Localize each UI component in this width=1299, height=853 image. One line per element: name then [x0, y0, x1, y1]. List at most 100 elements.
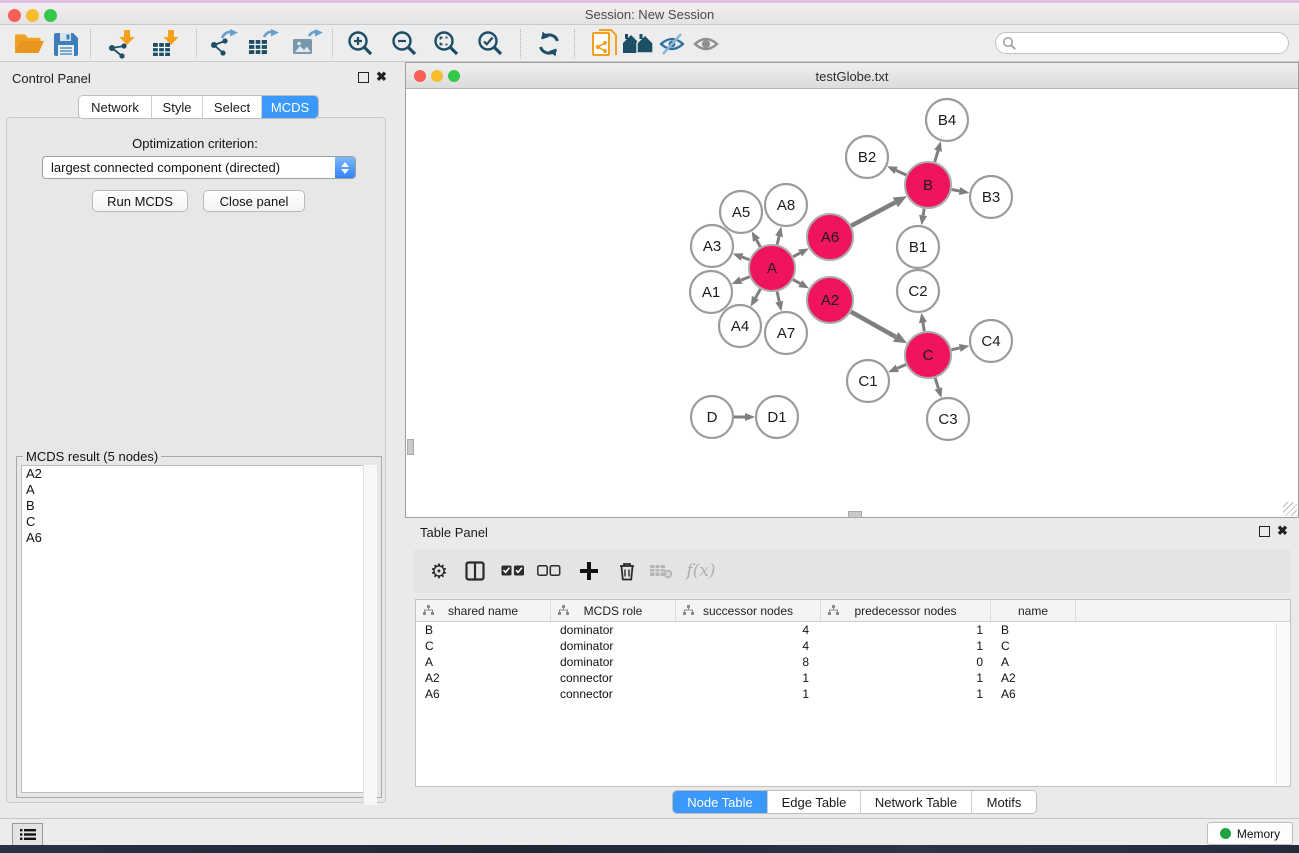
- graph-edge[interactable]: [756, 240, 760, 247]
- tree-column-icon: [828, 605, 839, 619]
- graph-edge[interactable]: [755, 289, 760, 298]
- graph-edge[interactable]: [935, 378, 938, 389]
- import-table-icon[interactable]: [148, 29, 182, 59]
- float-table-panel-icon[interactable]: [1259, 526, 1270, 539]
- settings-icon[interactable]: ⚙: [423, 556, 455, 586]
- graph-edge[interactable]: [793, 280, 800, 284]
- delete-table-icon[interactable]: [645, 556, 677, 586]
- mcds-result-group: MCDS result (5 nodes) A2ABCA6: [16, 456, 382, 798]
- list-item[interactable]: A6: [22, 530, 376, 546]
- search-field[interactable]: [995, 32, 1289, 54]
- node-table: shared name MCDS role successor nodes pr…: [415, 599, 1291, 787]
- graph-edge[interactable]: [896, 170, 906, 175]
- close-panel-icon[interactable]: ✖: [376, 71, 387, 83]
- list-item[interactable]: A2: [22, 466, 376, 482]
- tab-edge-table[interactable]: Edge Table: [768, 791, 861, 813]
- table-cell: connector: [551, 687, 676, 701]
- float-panel-icon[interactable]: [358, 72, 369, 85]
- graph-edge[interactable]: [741, 277, 750, 280]
- home-view-icon[interactable]: [622, 29, 656, 59]
- delete-columns-icon[interactable]: [611, 556, 643, 586]
- memory-button[interactable]: Memory: [1207, 822, 1293, 845]
- graph-edge[interactable]: [952, 189, 960, 191]
- list-item[interactable]: C: [22, 514, 376, 530]
- function-builder-icon[interactable]: f(x): [685, 556, 717, 586]
- criterion-select[interactable]: largest connected component (directed): [42, 156, 356, 179]
- zoom-fit-icon[interactable]: [430, 29, 464, 59]
- save-session-icon[interactable]: [48, 29, 82, 59]
- table-row[interactable]: Cdominator41C: [416, 638, 1290, 654]
- refresh-icon[interactable]: [532, 29, 566, 59]
- criterion-selected-value: largest connected component (directed): [43, 160, 335, 175]
- graph-edge[interactable]: [923, 209, 924, 216]
- select-all-columns-icon[interactable]: [497, 556, 529, 586]
- network-graph[interactable]: B4B2BB3B1C2A5A8A3A6AA1A2A4A7CC4C1C3DD1: [407, 89, 1298, 517]
- zoom-selected-icon[interactable]: [474, 29, 508, 59]
- scrollbar-thumb-horizontal[interactable]: [848, 511, 862, 518]
- log-console-button[interactable]: [12, 823, 43, 846]
- column-header-predecessor-nodes[interactable]: predecessor nodes: [821, 600, 991, 621]
- column-header-shared-name[interactable]: shared name: [416, 600, 551, 621]
- graph-node-label: D: [707, 409, 718, 426]
- mcds-result-title: MCDS result (5 nodes): [23, 449, 161, 464]
- memory-status-icon: [1220, 828, 1231, 839]
- toolbar-divider: [520, 29, 521, 58]
- column-header-name[interactable]: name: [991, 600, 1076, 621]
- table-row[interactable]: A6connector11A6: [416, 686, 1290, 702]
- tab-style[interactable]: Style: [152, 96, 203, 118]
- graph-edge[interactable]: [777, 236, 779, 244]
- graph-edge[interactable]: [851, 202, 895, 225]
- new-network-from-file-icon[interactable]: [588, 29, 622, 59]
- column-header-successor-nodes[interactable]: successor nodes: [676, 600, 821, 621]
- tab-select[interactable]: Select: [203, 96, 262, 118]
- window-titlebar: Session: New Session: [0, 0, 1299, 25]
- control-panel-title: Control Panel: [12, 71, 91, 86]
- show-columns-icon[interactable]: [459, 556, 491, 586]
- show-details-icon[interactable]: [690, 29, 724, 59]
- graph-edge[interactable]: [935, 151, 938, 162]
- close-panel-button[interactable]: Close panel: [203, 190, 305, 212]
- graph-edge[interactable]: [897, 365, 906, 369]
- list-item[interactable]: A: [22, 482, 376, 498]
- deselect-all-columns-icon[interactable]: [533, 556, 565, 586]
- tab-network-table[interactable]: Network Table: [861, 791, 972, 813]
- export-table-icon[interactable]: [246, 29, 280, 59]
- table-row[interactable]: Bdominator41B: [416, 622, 1290, 638]
- close-table-panel-icon[interactable]: ✖: [1277, 525, 1288, 537]
- graph-edge[interactable]: [742, 257, 749, 260]
- column-header-mcds-role[interactable]: MCDS role: [551, 600, 676, 621]
- list-icon: [20, 828, 36, 841]
- zoom-out-icon[interactable]: [388, 29, 422, 59]
- graph-edge[interactable]: [777, 291, 779, 301]
- resize-grip-icon[interactable]: [1283, 502, 1297, 516]
- open-file-icon[interactable]: [12, 29, 46, 59]
- mcds-result-list[interactable]: A2ABCA6: [21, 465, 377, 793]
- export-image-icon[interactable]: [290, 29, 324, 59]
- table-scrollbar[interactable]: [1276, 623, 1289, 785]
- graph-node-label: A7: [777, 325, 795, 342]
- export-network-icon[interactable]: [206, 29, 240, 59]
- list-scrollbar[interactable]: [363, 465, 377, 805]
- run-mcds-button[interactable]: Run MCDS: [92, 190, 188, 212]
- tab-mcds[interactable]: MCDS: [262, 96, 318, 118]
- graph-edge[interactable]: [951, 348, 959, 350]
- tab-network[interactable]: Network: [79, 96, 152, 118]
- network-canvas[interactable]: B4B2BB3B1C2A5A8A3A6AA1A2A4A7CC4C1C3DD1: [407, 89, 1298, 517]
- list-item[interactable]: B: [22, 498, 376, 514]
- create-column-icon[interactable]: [573, 556, 605, 586]
- import-network-icon[interactable]: [104, 29, 138, 59]
- tab-motifs[interactable]: Motifs: [972, 791, 1036, 813]
- table-cell: A2: [416, 671, 551, 685]
- zoom-in-icon[interactable]: [344, 29, 378, 59]
- table-cell: dominator: [551, 639, 676, 653]
- search-input[interactable]: [1017, 35, 1288, 51]
- table-cell: 1: [676, 687, 821, 701]
- table-row[interactable]: Adominator80A: [416, 654, 1290, 670]
- graph-edge[interactable]: [923, 323, 924, 332]
- hide-details-icon[interactable]: [656, 29, 690, 59]
- scrollbar-thumb-vertical[interactable]: [407, 439, 414, 455]
- tab-node-table[interactable]: Node Table: [673, 791, 768, 813]
- table-row[interactable]: A2connector11A2: [416, 670, 1290, 686]
- graph-edge[interactable]: [793, 253, 800, 257]
- graph-edge[interactable]: [851, 312, 896, 337]
